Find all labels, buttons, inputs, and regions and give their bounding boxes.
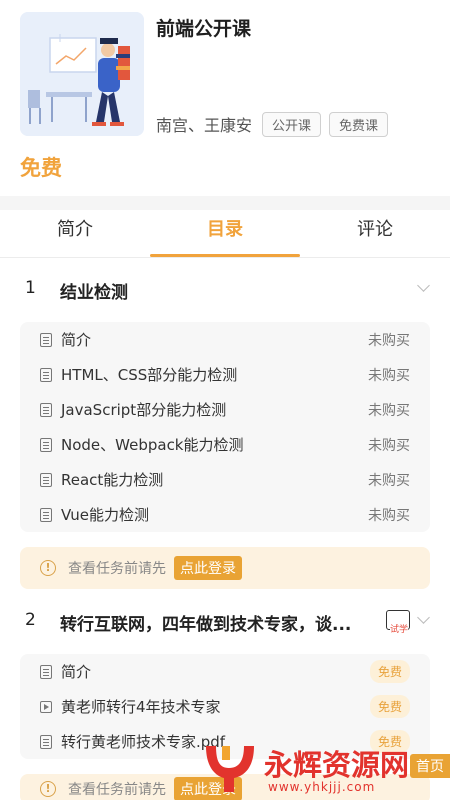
- lesson-status: 未购买: [368, 472, 410, 489]
- tab-bar: 简介 目录 评论: [0, 210, 450, 258]
- document-icon: [40, 437, 52, 452]
- lesson-status: 未购买: [368, 507, 410, 524]
- lesson-label: Node、Webpack能力检测: [61, 436, 244, 454]
- free-badge: 免费: [369, 660, 410, 683]
- trial-label: 试学: [389, 625, 408, 635]
- login-hint: 查看任务前请先: [68, 561, 166, 577]
- chapter-title: 结业检测: [60, 283, 128, 303]
- document-icon: [40, 507, 52, 522]
- lesson-label: 黄老师转行4年技术专家: [61, 698, 221, 716]
- tag-public-course: 公开课: [262, 111, 322, 137]
- tag-free-course: 免费课: [329, 111, 389, 137]
- document-icon: [40, 664, 52, 679]
- lesson-label: React能力检测: [61, 471, 164, 489]
- lesson-label: HTML、CSS部分能力检测: [61, 366, 238, 384]
- document-icon: [40, 402, 52, 417]
- lesson-status: 未购买: [368, 332, 410, 349]
- watermark: 永辉资源网 www.yhkjjj.com 首页: [200, 736, 450, 800]
- free-badge: 免费: [369, 695, 410, 718]
- course-price: 免费: [20, 156, 62, 180]
- tab-catalog[interactable]: 目录: [150, 210, 300, 257]
- info-icon: !: [40, 781, 56, 797]
- course-illustration: [20, 12, 144, 136]
- watermark-title: 永辉资源网: [264, 748, 410, 782]
- lesson-item[interactable]: 黄老师转行4年技术专家 免费: [20, 689, 430, 724]
- login-button[interactable]: 点此登录: [174, 556, 242, 580]
- lesson-item[interactable]: Node、Webpack能力检测 未购买: [20, 427, 430, 462]
- tab-comments[interactable]: 评论: [300, 210, 450, 257]
- lesson-item[interactable]: HTML、CSS部分能力检测 未购买: [20, 357, 430, 392]
- chevron-down-icon[interactable]: [417, 611, 430, 624]
- document-icon: [40, 367, 52, 382]
- course-header: 前端公开课 南宫、王康安 公开课 免费课 免费: [0, 0, 450, 196]
- lesson-item[interactable]: React能力检测 未购买: [20, 462, 430, 497]
- lesson-list: 简介 未购买 HTML、CSS部分能力检测 未购买 JavaScript部分能力…: [20, 322, 430, 532]
- video-icon: [40, 700, 52, 713]
- watermark-logo-icon: [206, 746, 254, 792]
- chapter-title: 转行互联网，四年做到技术专家，谈...: [60, 615, 352, 635]
- info-icon: !: [40, 560, 56, 576]
- document-icon: [40, 472, 52, 487]
- course-thumbnail[interactable]: [20, 12, 144, 136]
- lesson-status: 未购买: [368, 367, 410, 384]
- lesson-item[interactable]: JavaScript部分能力检测 未购买: [20, 392, 430, 427]
- course-title: 前端公开课: [156, 18, 252, 40]
- lesson-label: 简介: [61, 331, 92, 349]
- lesson-item[interactable]: 简介 免费: [20, 654, 430, 689]
- lesson-item[interactable]: Vue能力检测 未购买: [20, 497, 430, 532]
- document-icon: [40, 332, 52, 347]
- lesson-label: 简介: [61, 663, 92, 681]
- login-prompt: ! 查看任务前请先 点此登录: [20, 547, 430, 589]
- chevron-down-icon[interactable]: [417, 279, 430, 292]
- chapter-number: 1: [25, 278, 36, 298]
- watermark-url: www.yhkjjj.com: [268, 780, 376, 794]
- tab-intro[interactable]: 简介: [0, 210, 150, 257]
- course-meta: 南宫、王康安 公开课 免费课: [156, 111, 396, 137]
- lesson-label: JavaScript部分能力检测: [61, 401, 227, 419]
- course-teachers: 南宫、王康安: [156, 116, 253, 135]
- lesson-label: Vue能力检测: [61, 506, 149, 524]
- section-divider: [0, 196, 450, 210]
- login-hint: 查看任务前请先: [68, 782, 166, 798]
- chapter-header[interactable]: 1 结业检测: [0, 264, 450, 316]
- lesson-status: 未购买: [368, 437, 410, 454]
- document-icon: [40, 734, 52, 749]
- trial-icon[interactable]: 试学: [386, 610, 410, 635]
- home-button[interactable]: 首页: [410, 754, 450, 778]
- lesson-item[interactable]: 简介 未购买: [20, 322, 430, 357]
- lesson-status: 未购买: [368, 402, 410, 419]
- chapter-header[interactable]: 2 转行互联网，四年做到技术专家，谈... 试学: [0, 596, 450, 648]
- chapter-number: 2: [25, 610, 36, 630]
